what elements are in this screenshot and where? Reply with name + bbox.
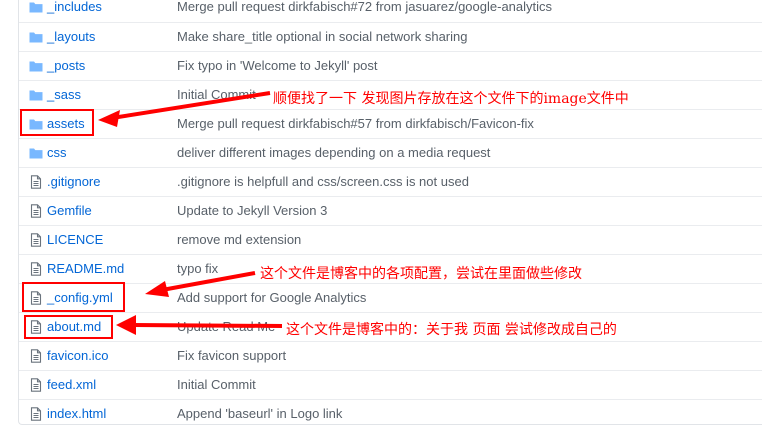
pull-request-link[interactable]: dirkfabisch#72 (288, 0, 372, 14)
commit-message-link[interactable]: Merge pull request (177, 116, 288, 131)
file-icon (29, 407, 43, 421)
folder-icon (29, 30, 43, 44)
folder-icon (29, 88, 43, 102)
file-icon (29, 378, 43, 392)
pull-request-link[interactable]: dirkfabisch#57 (288, 116, 372, 131)
file-row[interactable]: feed.xml Initial Commit (19, 370, 762, 399)
commit-message: Initial Commit (177, 87, 256, 102)
annotation-assets-note: 顺便找了一下 发现图片存放在这个文件下的image文件中 (273, 91, 629, 107)
file-icon (29, 204, 43, 218)
file-name-link[interactable]: index.html (47, 406, 106, 421)
commit-message: Update to Jekyll Version 3 (177, 203, 327, 218)
file-row[interactable]: index.html Append 'baseurl' in Logo link (19, 399, 762, 428)
file-name-link[interactable]: LICENCE (47, 232, 103, 247)
highlight-about (24, 315, 113, 339)
commit-message-link[interactable]: Initial Commit (177, 87, 256, 102)
file-row[interactable]: favicon.ico Fix favicon support (19, 341, 762, 370)
commit-message-link[interactable]: typo fix (177, 261, 218, 276)
file-row[interactable]: _config.yml Add support for Google Analyt… (19, 283, 762, 312)
file-name-link[interactable]: css (47, 145, 67, 160)
commit-message-link[interactable]: deliver different images depending on a … (177, 145, 490, 160)
commit-message: Fix favicon support (177, 348, 286, 363)
folder-icon (29, 146, 43, 160)
file-row[interactable]: _layouts Make share_title optional in soc… (19, 22, 762, 51)
file-name-link[interactable]: README.md (47, 261, 124, 276)
folder-icon (29, 0, 43, 14)
file-icon (29, 175, 43, 189)
file-name-link[interactable]: feed.xml (47, 377, 96, 392)
commit-message: .gitignore is helpfull and css/screen.cs… (177, 174, 469, 189)
commit-message: Make share_title optional in social netw… (177, 29, 468, 44)
commit-message-link[interactable]: Fix favicon support (177, 348, 286, 363)
commit-message-link[interactable]: Initial Commit (177, 377, 256, 392)
annotation-about-note: 这个文件是博客中的：关于我 页面 尝试修改成自己的 (286, 322, 617, 338)
file-name-link[interactable]: .gitignore (47, 174, 100, 189)
commit-message-link[interactable]: Fix typo in 'Welcome to Jekyll' post (177, 58, 378, 73)
file-name-link[interactable]: _sass (47, 87, 81, 102)
commit-message-link[interactable]: Make share_title optional in social netw… (177, 29, 468, 44)
commit-message: Initial Commit (177, 377, 256, 392)
file-row[interactable]: Gemfile Update to Jekyll Version 3 (19, 196, 762, 225)
commit-message: Add support for Google Analytics (177, 290, 366, 305)
file-row[interactable]: _includes Merge pull request dirkfabisch#… (19, 0, 762, 22)
commit-message-rest[interactable]: from dirkfabisch/Favicon-fix (372, 116, 534, 131)
commit-message-link[interactable]: Append 'baseurl' in Logo link (177, 406, 342, 421)
file-row[interactable]: css deliver different images depending on… (19, 138, 762, 167)
commit-message: Append 'baseurl' in Logo link (177, 406, 342, 421)
file-icon (29, 233, 43, 247)
file-row[interactable]: LICENCE remove md extension (19, 225, 762, 254)
file-name-link[interactable]: favicon.ico (47, 348, 108, 363)
commit-message: Fix typo in 'Welcome to Jekyll' post (177, 58, 378, 73)
commit-message-link[interactable]: remove md extension (177, 232, 301, 247)
file-list: _includes Merge pull request dirkfabisch#… (18, 0, 762, 425)
file-row[interactable]: .gitignore .gitignore is helpfull and css… (19, 167, 762, 196)
commit-message-link[interactable]: Update to Jekyll Version 3 (177, 203, 327, 218)
commit-message: Merge pull request dirkfabisch#57 from d… (177, 116, 534, 131)
file-name-link[interactable]: _layouts (47, 29, 95, 44)
annotation-config-note: 这个文件是博客中的各项配置，尝试在里面做些修改 (260, 266, 582, 282)
highlight-assets (20, 109, 94, 136)
commit-message-link[interactable]: Update Read Me (177, 319, 275, 334)
commit-message: remove md extension (177, 232, 301, 247)
file-name-link[interactable]: _posts (47, 58, 85, 73)
file-name-link[interactable]: _includes (47, 0, 102, 14)
folder-icon (29, 59, 43, 73)
commit-message-rest[interactable]: from jasuarez/google-analytics (372, 0, 552, 14)
commit-message: deliver different images depending on a … (177, 145, 490, 160)
file-icon (29, 262, 43, 276)
file-icon (29, 349, 43, 363)
commit-message-link[interactable]: Add support for Google Analytics (177, 290, 366, 305)
highlight-config (22, 282, 125, 312)
commit-message: Update Read Me (177, 319, 275, 334)
file-row[interactable]: assets Merge pull request dirkfabisch#57 … (19, 109, 762, 138)
commit-message-link[interactable]: Merge pull request (177, 0, 288, 14)
file-name-link[interactable]: Gemfile (47, 203, 92, 218)
commit-message: Merge pull request dirkfabisch#72 from j… (177, 0, 552, 14)
commit-message-link[interactable]: .gitignore is helpfull and css/screen.cs… (177, 174, 469, 189)
commit-message: typo fix (177, 261, 218, 276)
file-row[interactable]: _posts Fix typo in 'Welcome to Jekyll' po… (19, 51, 762, 80)
